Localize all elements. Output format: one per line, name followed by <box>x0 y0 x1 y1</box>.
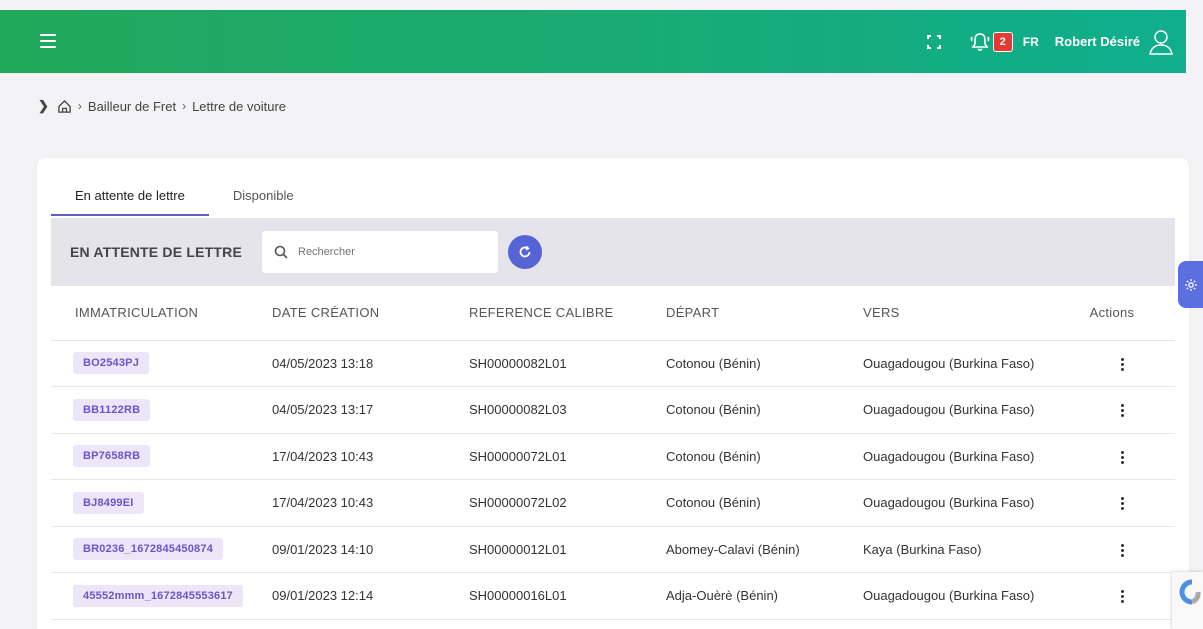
table-toolbar: EN ATTENTE DE LETTRE <box>51 218 1175 286</box>
bell-icon[interactable] <box>969 32 991 52</box>
hamburger-icon[interactable] <box>40 34 56 48</box>
cell-vers: Ouagadougou (Burkina Faso) <box>839 479 1049 527</box>
cell-reference: SH00000016L01 <box>445 572 642 620</box>
cell-depart: Cotonou (Bénin) <box>642 340 839 387</box>
breadcrumb: ❯ › Bailleur de Fret › Lettre de voiture <box>38 98 286 114</box>
table-row: 45552mmm_1672845553617 09/01/2023 12:14 … <box>51 572 1175 620</box>
cell-depart: Abomey-Calavi (Bénin) <box>642 526 839 573</box>
column-header-immatriculation[interactable]: IMMATRICULATION <box>51 286 248 341</box>
settings-panel-toggle[interactable] <box>1178 261 1203 308</box>
table-title: EN ATTENTE DE LETTRE <box>70 244 242 260</box>
fullscreen-icon[interactable] <box>926 34 941 49</box>
top-header: 2 FR Robert Désiré <box>0 10 1186 73</box>
table-header-row: IMMATRICULATION DATE CRÉATION REFERENCE … <box>51 286 1175 341</box>
recaptcha-icon <box>1179 579 1201 605</box>
tab-bar: En attente de lettre Disponible <box>51 178 318 216</box>
cell-vers: Ouagadougou (Burkina Faso) <box>839 340 1049 387</box>
breadcrumb-separator: › <box>182 99 187 113</box>
cell-depart: Cotonou (Bénin) <box>642 386 839 434</box>
tab-disponible[interactable]: Disponible <box>209 178 318 216</box>
cell-vers: Ouagadougou (Burkina Faso) <box>839 433 1049 480</box>
column-header-depart[interactable]: DÉPART <box>642 286 839 341</box>
table-row: BP7658RB 17/04/2023 10:43 SH00000072L01 … <box>51 433 1175 480</box>
cell-depart: Cotonou (Bénin) <box>642 479 839 527</box>
cell-reference: SH00000072L01 <box>445 433 642 480</box>
cell-date: 17/04/2023 10:43 <box>248 479 445 527</box>
cell-date: 04/05/2023 13:17 <box>248 386 445 434</box>
search-icon <box>274 245 288 259</box>
home-icon[interactable] <box>57 99 72 114</box>
user-name[interactable]: Robert Désiré <box>1055 34 1140 49</box>
refresh-icon <box>519 245 531 258</box>
cell-date: 04/05/2023 13:18 <box>248 340 445 387</box>
chevron-right-icon: ❯ <box>38 98 49 113</box>
cell-vers: Ouagadougou (Burkina Faso) <box>839 386 1049 434</box>
immatriculation-chip[interactable]: BB1122RB <box>73 398 151 421</box>
column-header-actions: Actions <box>1049 286 1175 341</box>
column-header-date[interactable]: DATE CRÉATION <box>248 286 445 341</box>
language-selector[interactable]: FR <box>1023 35 1039 49</box>
more-actions-icon[interactable] <box>1120 450 1124 464</box>
data-table: IMMATRICULATION DATE CRÉATION REFERENCE … <box>51 286 1175 620</box>
cell-depart: Cotonou (Bénin) <box>642 433 839 480</box>
cell-date: 09/01/2023 12:14 <box>248 572 445 620</box>
more-actions-icon[interactable] <box>1120 543 1124 557</box>
cell-date: 17/04/2023 10:43 <box>248 433 445 480</box>
refresh-button[interactable] <box>508 235 542 269</box>
gear-icon <box>1184 278 1197 291</box>
cell-reference: SH00000072L02 <box>445 479 642 527</box>
table-row: BB1122RB 04/05/2023 13:17 SH00000082L03 … <box>51 386 1175 434</box>
more-actions-icon[interactable] <box>1120 590 1124 604</box>
search-box[interactable] <box>262 231 498 273</box>
more-actions-icon[interactable] <box>1120 357 1124 371</box>
immatriculation-chip[interactable]: BJ8499EI <box>73 491 144 514</box>
more-actions-icon[interactable] <box>1120 404 1124 418</box>
recaptcha-badge[interactable] <box>1172 572 1203 629</box>
breadcrumb-separator: › <box>77 99 82 113</box>
cell-vers: Kaya (Burkina Faso) <box>839 526 1049 573</box>
header-actions: 2 FR Robert Désiré <box>926 10 1174 73</box>
column-header-reference[interactable]: REFERENCE CALIBRE <box>445 286 642 341</box>
notification-badge: 2 <box>992 31 1013 52</box>
main-card: En attente de lettre Disponible EN ATTEN… <box>37 158 1189 629</box>
immatriculation-chip[interactable]: 45552mmm_1672845553617 <box>73 584 243 607</box>
table-row: BJ8499EI 17/04/2023 10:43 SH00000072L02 … <box>51 479 1175 527</box>
cell-reference: SH00000082L01 <box>445 340 642 387</box>
table-row: BR0236_1672845450874 09/01/2023 14:10 SH… <box>51 526 1175 573</box>
cell-reference: SH00000082L03 <box>445 386 642 434</box>
notifications[interactable]: 2 <box>969 31 1013 52</box>
breadcrumb-item-lettre: Lettre de voiture <box>192 98 287 114</box>
search-input[interactable] <box>298 246 478 258</box>
breadcrumb-item-bailleur[interactable]: Bailleur de Fret <box>88 99 176 114</box>
cell-depart: Adja-Ouèrè (Bénin) <box>642 572 839 620</box>
cell-date: 09/01/2023 14:10 <box>248 526 445 573</box>
table-row: BO2543PJ 04/05/2023 13:18 SH00000082L01 … <box>51 340 1175 387</box>
more-actions-icon[interactable] <box>1120 497 1124 511</box>
tab-en-attente[interactable]: En attente de lettre <box>51 178 209 216</box>
column-header-vers[interactable]: VERS <box>839 286 1049 341</box>
immatriculation-chip[interactable]: BO2543PJ <box>73 352 150 375</box>
immatriculation-chip[interactable]: BR0236_1672845450874 <box>73 538 224 561</box>
cell-reference: SH00000012L01 <box>445 526 642 573</box>
immatriculation-chip[interactable]: BP7658RB <box>73 445 151 468</box>
cell-vers: Ouagadougou (Burkina Faso) <box>839 572 1049 620</box>
user-icon[interactable] <box>1148 29 1174 55</box>
